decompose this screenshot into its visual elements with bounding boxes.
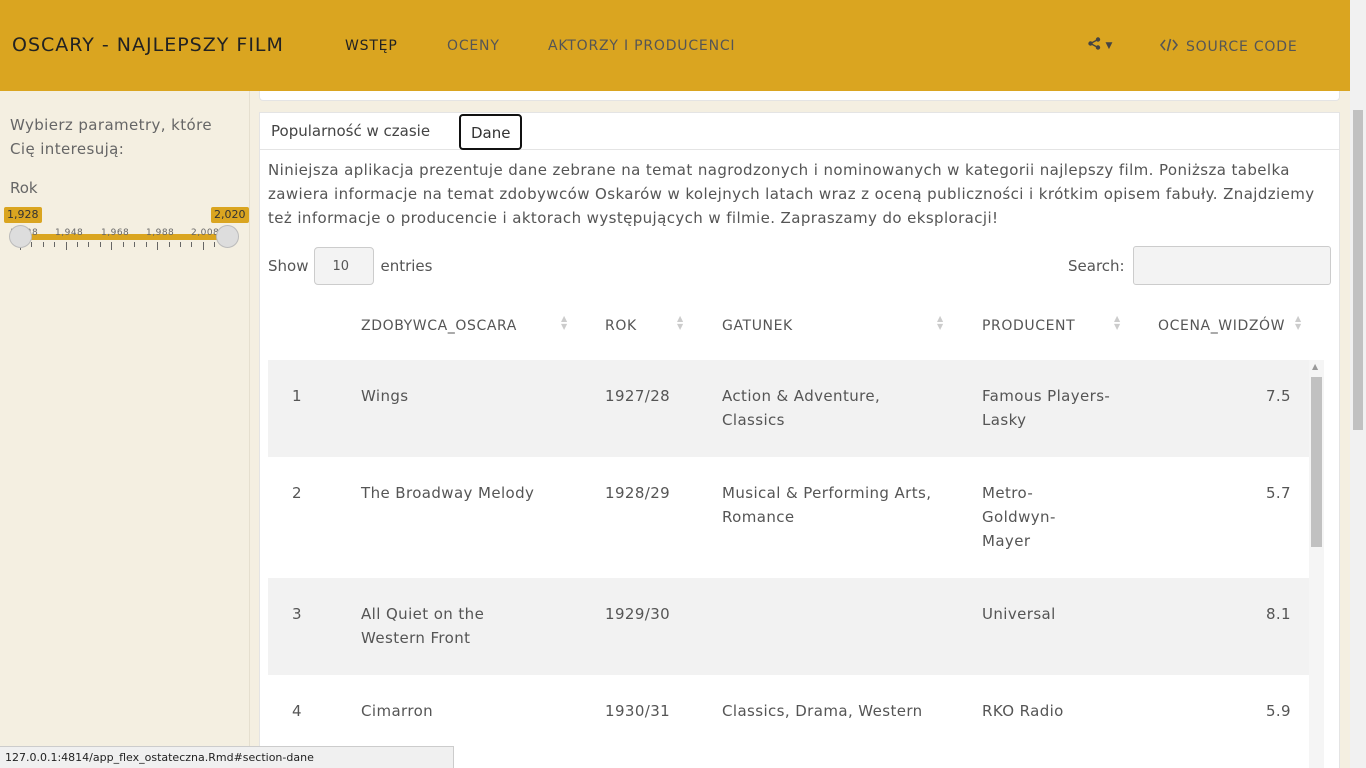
tab-popularnosc-w-czasie[interactable]: Popularność w czasie xyxy=(261,113,440,150)
nav-item-oceny[interactable]: OCENY xyxy=(447,38,500,54)
entries-select[interactable]: 10 xyxy=(314,247,375,285)
row-number: 3 xyxy=(292,605,302,623)
table-search: Search: xyxy=(1068,246,1331,285)
sort-icon: ▲ ▼ xyxy=(1114,314,1121,331)
cell-year: 1928/29 xyxy=(605,484,671,502)
sidebar: Wybierz parametry, które Cię interesują:… xyxy=(0,91,250,768)
share-icon xyxy=(1088,37,1105,54)
slider-tick xyxy=(134,242,135,247)
column-header-ocena-widzow[interactable]: OCENA_WIDZÓW xyxy=(1158,318,1285,334)
row-number: 4 xyxy=(292,702,302,720)
slider-to-handle[interactable] xyxy=(216,225,239,248)
slider-tick xyxy=(31,242,32,247)
row-number: 1 xyxy=(292,387,302,405)
slider-tick xyxy=(77,242,78,247)
table-header: ZDOBYWCA_OSCARA ▲ ▼ ROK ▲ ▼ GATUNEK ▲ ▼ PRO… xyxy=(268,293,1316,353)
slider-tick-label: 1,988 xyxy=(146,228,175,238)
year-range-slider[interactable]: 1,928 1,948 1,968 1,988 2,008 1,928 2,02… xyxy=(0,206,250,266)
previous-panel-edge xyxy=(259,91,1340,101)
cell-producer: RKO Radio xyxy=(982,702,1064,720)
cell-rating: 5.9 xyxy=(1265,702,1291,720)
top-navbar: OSCARY - NAJLEPSZY FILM WSTĘP OCENY AKTO… xyxy=(0,0,1350,91)
slider-tick xyxy=(66,242,67,250)
search-label: Search: xyxy=(1068,256,1125,275)
slider-tick xyxy=(100,242,101,247)
search-input[interactable] xyxy=(1132,246,1331,285)
sort-icon: ▲ ▼ xyxy=(561,314,568,331)
slider-tick xyxy=(214,242,215,247)
cell-producer: Metro-Goldwyn-Mayer xyxy=(982,484,1056,550)
cell-title: All Quiet on the Western Front xyxy=(361,605,485,647)
chevron-down-icon: ▼ xyxy=(1105,41,1113,51)
slider-tick xyxy=(157,242,158,250)
slider-tick xyxy=(54,242,55,247)
share-menu-button[interactable]: ▼ xyxy=(1088,37,1112,54)
column-header-rok[interactable]: ROK xyxy=(605,318,637,334)
nav-item-aktorzy-i-producenci[interactable]: AKTORZY I PRODUCENCI xyxy=(548,38,735,54)
column-header-zdobywca-oscara[interactable]: ZDOBYWCA_OSCARA xyxy=(361,318,517,334)
sort-icon: ▲ ▼ xyxy=(677,314,684,331)
cell-producer: Universal xyxy=(982,605,1056,623)
browser-status-url: 127.0.0.1:4814/app_flex_ostateczna.Rmd#s… xyxy=(0,746,454,768)
table-body: 1 Wings 1927/28 Action & Adventure, Clas… xyxy=(268,360,1316,768)
cell-year: 1929/30 xyxy=(605,605,671,623)
table-row[interactable]: 2 The Broadway Melody 1928/29 Musical & … xyxy=(268,457,1316,578)
tabset: Popularność w czasie Dane xyxy=(260,113,1339,150)
tab-dane[interactable]: Dane xyxy=(459,114,523,150)
scroll-up-icon[interactable]: ▲ xyxy=(1312,362,1318,371)
cell-rating: 5.7 xyxy=(1265,484,1291,502)
table-scrollbar-thumb[interactable] xyxy=(1311,377,1322,547)
cell-title: Wings xyxy=(361,387,409,405)
slider-tick xyxy=(88,242,89,247)
table-row[interactable]: 3 All Quiet on the Western Front 1929/30… xyxy=(268,578,1316,675)
page-scrollbar[interactable] xyxy=(1350,0,1366,768)
cell-rating: 8.1 xyxy=(1265,605,1291,623)
cell-producer: Famous Players-Lasky xyxy=(982,387,1111,429)
source-code-link[interactable]: SOURCE CODE xyxy=(1159,38,1298,56)
entries-length-control: Show 10 entries xyxy=(268,247,432,285)
source-code-label: SOURCE CODE xyxy=(1186,39,1298,55)
table-row[interactable]: 1 Wings 1927/28 Action & Adventure, Clas… xyxy=(268,360,1316,457)
slider-tick xyxy=(146,242,147,247)
slider-to-value: 2,020 xyxy=(211,207,249,223)
row-number: 2 xyxy=(292,484,302,502)
nav-item-wstep[interactable]: WSTĘP xyxy=(345,38,398,54)
slider-from-handle[interactable] xyxy=(9,225,32,248)
sort-icon: ▲ ▼ xyxy=(937,314,944,331)
slider-tick xyxy=(111,242,112,250)
app-title[interactable]: OSCARY - NAJLEPSZY FILM xyxy=(12,34,284,56)
cell-title: The Broadway Melody xyxy=(361,484,535,502)
cell-year: 1927/28 xyxy=(605,387,671,405)
data-panel: Popularność w czasie Dane Niniejsza apli… xyxy=(259,112,1340,768)
cell-title: Cimarron xyxy=(361,702,434,720)
slider-tick xyxy=(191,242,192,247)
page-scrollbar-thumb[interactable] xyxy=(1353,110,1363,430)
cell-genre: Classics, Drama, Western xyxy=(722,702,923,720)
slider-tick xyxy=(169,242,170,247)
year-slider-label: Rok xyxy=(10,179,38,197)
cell-genre: Action & Adventure, Classics xyxy=(722,387,881,429)
code-icon xyxy=(1159,38,1179,56)
show-label: Show xyxy=(268,257,309,275)
slider-ticks xyxy=(20,242,230,250)
slider-tick-label: 1,968 xyxy=(101,228,130,238)
slider-tick xyxy=(180,242,181,247)
entries-label: entries xyxy=(380,257,433,275)
slider-tick xyxy=(203,242,204,250)
column-header-gatunek[interactable]: GATUNEK xyxy=(722,318,793,334)
cell-genre: Musical & Performing Arts, Romance xyxy=(722,484,932,526)
sort-icon: ▲ ▼ xyxy=(1295,314,1302,331)
slider-tick xyxy=(43,242,44,247)
cell-rating: 7.5 xyxy=(1265,387,1291,405)
slider-from-value: 1,928 xyxy=(4,207,42,223)
column-header-producent[interactable]: PRODUCENT xyxy=(982,318,1075,334)
description-text: Niniejsza aplikacja prezentuje dane zebr… xyxy=(268,161,1315,227)
cell-year: 1930/31 xyxy=(605,702,671,720)
slider-tick-label: 1,948 xyxy=(55,228,84,238)
table-scrollbar[interactable]: ▲ xyxy=(1309,360,1324,768)
slider-tick xyxy=(123,242,124,247)
sidebar-intro: Wybierz parametry, które Cię interesują: xyxy=(10,116,212,158)
